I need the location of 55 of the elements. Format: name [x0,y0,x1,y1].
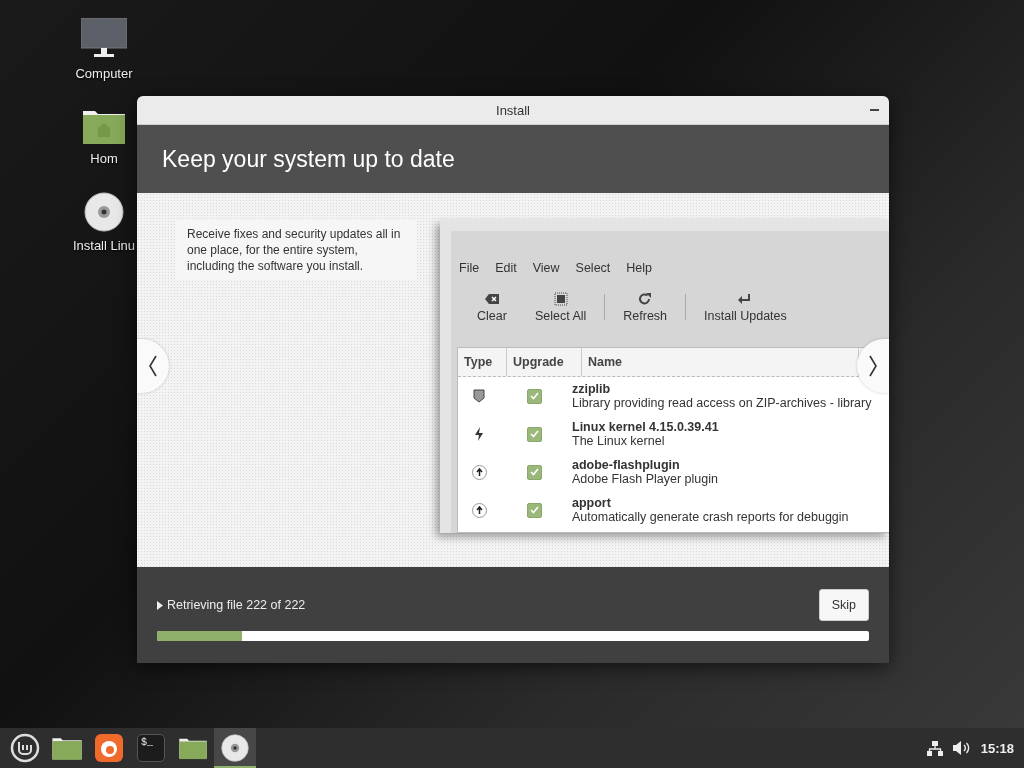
folder-icon [178,736,208,760]
select-all-icon [552,291,569,306]
menu-item[interactable]: Help [626,261,669,275]
taskbar-app[interactable] [214,728,256,768]
check-icon [529,506,539,514]
menu-item[interactable]: View [532,261,576,275]
package-name: zziplib [572,382,612,396]
lightning-icon [474,427,484,441]
checkbox[interactable] [526,464,542,480]
menu-logo-icon[interactable] [10,733,40,763]
check-icon [529,468,539,476]
menu-item[interactable]: Edit [495,261,533,275]
package-name: adobe-flashplugin [572,458,681,472]
terminal-icon: $_ [137,734,165,762]
monitor-icon [81,18,127,60]
shield-icon [473,389,485,403]
chevron-left-icon [148,355,158,377]
column-header[interactable]: Type [458,348,507,376]
toolbar-button[interactable]: Refresh [609,291,682,323]
package-name: apport [572,496,612,510]
desktop-icon-label[interactable]: Hom [90,151,118,166]
check-icon [529,392,539,400]
column-header[interactable]: Upgrade [507,348,582,376]
check-icon [529,430,539,438]
taskbar-app[interactable]: $_ [130,728,172,768]
status-text: Retrieving file 222 of 222 [167,598,306,612]
network-icon[interactable] [926,740,943,756]
window-title: Install [496,102,530,118]
backspace-icon [483,291,500,306]
disc-icon [221,734,249,762]
checkbox[interactable] [526,388,542,404]
toolbar-button[interactable]: Install Updates [690,291,801,323]
skip-button[interactable]: Skip [818,589,869,621]
chevron-right-icon [868,355,878,377]
slide-heading: Keep your system up to date [162,145,455,173]
expander-icon[interactable] [157,600,163,610]
refresh-icon [637,291,654,306]
disc-icon [84,192,124,232]
desktop-icon-label[interactable]: Install Linu [72,238,136,253]
previous-button[interactable] [137,339,169,393]
package-description: Automatically generate crash reports for debuggin [572,510,850,524]
toolbar-button[interactable]: Clear [463,291,521,323]
slide-description: Receive fixes and security updates all in one place, for the entire system, including the software you install. [175,220,417,280]
desktop-icon-label[interactable]: Computer [75,66,133,81]
package-description: Adobe Flash Player plugin [572,472,719,486]
package-name: Linux kernel 4.15.0.39.41 [572,420,720,434]
toolbar-button[interactable]: Select All [520,291,601,323]
checkbox[interactable] [526,502,542,518]
package-description: Library providing read access on ZIP-archives - library [572,396,873,410]
clock[interactable]: 15:18 [980,740,1014,756]
menu-item[interactable]: File [459,261,496,275]
menu-item[interactable]: Select [575,261,627,275]
volume-icon[interactable] [952,741,971,755]
package-description: The Linux kernel [572,434,666,448]
checkbox[interactable] [526,426,542,442]
